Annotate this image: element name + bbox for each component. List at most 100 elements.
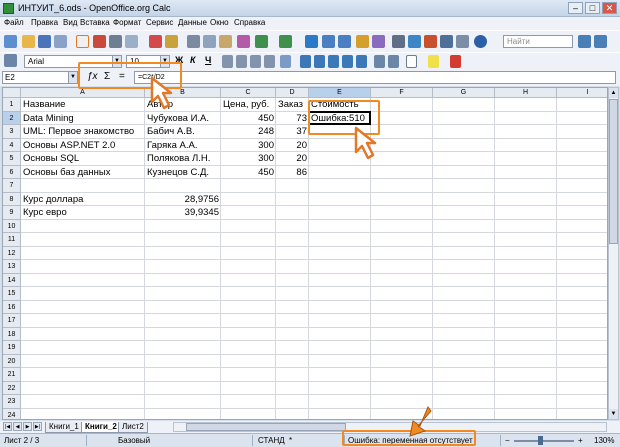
cell-d4[interactable]: 20 xyxy=(276,139,309,153)
menu-view[interactable]: Вид xyxy=(63,18,77,27)
pivot-table-icon[interactable] xyxy=(372,35,385,48)
cell-a2[interactable]: Data Mining xyxy=(21,112,145,126)
vertical-scrollbar[interactable]: ▲ ▼ xyxy=(608,87,619,420)
font-color-icon[interactable] xyxy=(450,55,461,68)
status-page-style[interactable]: Базовый xyxy=(118,436,150,445)
align-center-icon[interactable] xyxy=(236,55,247,68)
sheet-tab-knigi-2[interactable]: Книги_2 xyxy=(81,422,121,433)
zoom-slider-knob[interactable] xyxy=(538,436,543,445)
next-sheet-icon[interactable]: ▶ xyxy=(23,422,32,431)
sort-descending-icon[interactable] xyxy=(338,35,351,48)
sheet-tab-knigi-1[interactable]: Книги_1 xyxy=(45,422,83,433)
paste-icon[interactable] xyxy=(219,35,232,48)
scroll-up-icon[interactable]: ▲ xyxy=(609,88,618,98)
row-header-21[interactable]: 21 xyxy=(3,368,21,382)
row-header-13[interactable]: 13 xyxy=(3,260,21,274)
column-header-i[interactable]: I xyxy=(557,88,607,98)
print-icon[interactable] xyxy=(109,35,122,48)
increase-indent-icon[interactable] xyxy=(388,55,399,68)
column-header-f[interactable]: F xyxy=(371,88,433,98)
name-box-dropdown-icon[interactable]: ▼ xyxy=(68,72,77,83)
percent-format-icon[interactable] xyxy=(314,55,325,68)
horizontal-scroll-thumb[interactable] xyxy=(186,423,346,431)
menu-window[interactable]: Окно xyxy=(210,18,229,27)
find-next-icon[interactable] xyxy=(578,35,591,48)
hyperlink-icon[interactable] xyxy=(305,35,318,48)
sort-ascending-icon[interactable] xyxy=(322,35,335,48)
column-header-e[interactable]: E xyxy=(309,88,371,98)
row-header-1[interactable]: 1 xyxy=(3,98,21,112)
prev-sheet-icon[interactable]: ◀ xyxy=(13,422,22,431)
column-header-h[interactable]: H xyxy=(495,88,557,98)
zoom-icon[interactable] xyxy=(456,35,469,48)
scroll-down-icon[interactable]: ▼ xyxy=(609,409,618,419)
spreadsheet-grid[interactable]: ABCDEFGHI 1 2 3 4 5 6 7 8 9 10 11 12 13 14 15 16 17 18 19 2… xyxy=(2,87,608,420)
menu-tools[interactable]: Сервис xyxy=(146,18,173,27)
chart-icon[interactable] xyxy=(356,35,369,48)
standard-format-icon[interactable] xyxy=(328,55,339,68)
row-header-7[interactable]: 7 xyxy=(3,179,21,193)
zoom-out-icon[interactable]: − xyxy=(505,436,510,445)
menu-format[interactable]: Формат xyxy=(113,18,141,27)
print-preview-icon[interactable] xyxy=(125,35,138,48)
row-header-9[interactable]: 9 xyxy=(3,206,21,220)
cell-b4[interactable]: Гаряка А.А. xyxy=(145,139,221,153)
row-header-14[interactable]: 14 xyxy=(3,273,21,287)
cell-d1[interactable]: Заказ xyxy=(276,98,309,112)
row-header-16[interactable]: 16 xyxy=(3,300,21,314)
row-header-24[interactable]: 24 xyxy=(3,408,21,419)
column-header-c[interactable]: C xyxy=(221,88,276,98)
email-icon[interactable] xyxy=(54,35,67,48)
name-box[interactable]: E2 ▼ xyxy=(2,71,78,84)
cell-a9[interactable]: Курс евро xyxy=(21,206,145,220)
new-document-icon[interactable] xyxy=(4,35,17,48)
menu-help[interactable]: Справка xyxy=(234,18,265,27)
cell-a5[interactable]: Основы SQL xyxy=(21,152,145,166)
cell-b2[interactable]: Чубукова И.А. xyxy=(145,112,221,126)
format-paintbrush-icon[interactable] xyxy=(237,35,250,48)
find-previous-icon[interactable] xyxy=(594,35,607,48)
cell-d6[interactable]: 86 xyxy=(276,166,309,180)
borders-icon[interactable] xyxy=(406,55,417,68)
column-header-d[interactable]: D xyxy=(276,88,309,98)
cell-b8[interactable]: 28,9756 xyxy=(145,193,221,207)
row-header-18[interactable]: 18 xyxy=(3,327,21,341)
status-insert-mode[interactable]: СТАНД xyxy=(258,436,285,445)
align-left-icon[interactable] xyxy=(222,55,233,68)
cell-a1[interactable]: Название xyxy=(21,98,145,112)
column-header-a[interactable]: A xyxy=(21,88,145,98)
styles-icon[interactable] xyxy=(4,54,17,67)
autospell-icon[interactable] xyxy=(165,35,178,48)
vertical-scroll-thumb[interactable] xyxy=(609,99,618,244)
cell-b3[interactable]: Бабич А.В. xyxy=(145,125,221,139)
pdf-export-icon[interactable] xyxy=(93,35,106,48)
formula-input[interactable]: =C2*/D2 xyxy=(134,71,616,84)
edit-mode-icon[interactable] xyxy=(76,35,89,48)
cell-c6[interactable]: 450 xyxy=(221,166,276,180)
decrease-indent-icon[interactable] xyxy=(374,55,385,68)
row-header-6[interactable]: 6 xyxy=(3,165,21,179)
row-header-22[interactable]: 22 xyxy=(3,381,21,395)
find-replace-icon[interactable] xyxy=(392,35,405,48)
row-header-2[interactable]: 2 xyxy=(3,111,21,125)
row-header-5[interactable]: 5 xyxy=(3,152,21,166)
open-folder-icon[interactable] xyxy=(22,35,35,48)
column-header-g[interactable]: G xyxy=(433,88,495,98)
row-header-12[interactable]: 12 xyxy=(3,246,21,260)
zoom-slider[interactable] xyxy=(514,440,574,442)
undo-icon[interactable] xyxy=(255,35,268,48)
cell-d3[interactable]: 37 xyxy=(276,125,309,139)
save-icon[interactable] xyxy=(38,35,51,48)
menu-file[interactable]: Файл xyxy=(4,18,24,27)
last-sheet-icon[interactable]: ▶| xyxy=(33,422,42,431)
merge-cells-icon[interactable] xyxy=(280,55,291,68)
row-header-11[interactable]: 11 xyxy=(3,233,21,247)
cell-b1[interactable]: Автор xyxy=(145,98,221,112)
row-header-3[interactable]: 3 xyxy=(3,125,21,139)
redo-icon[interactable] xyxy=(279,35,292,48)
currency-format-icon[interactable] xyxy=(300,55,311,68)
zoom-in-icon[interactable]: + xyxy=(578,436,583,445)
sheet-tab-list2[interactable]: Лист2 xyxy=(118,422,148,433)
row-header-4[interactable]: 4 xyxy=(3,138,21,152)
add-decimal-icon[interactable] xyxy=(342,55,353,68)
